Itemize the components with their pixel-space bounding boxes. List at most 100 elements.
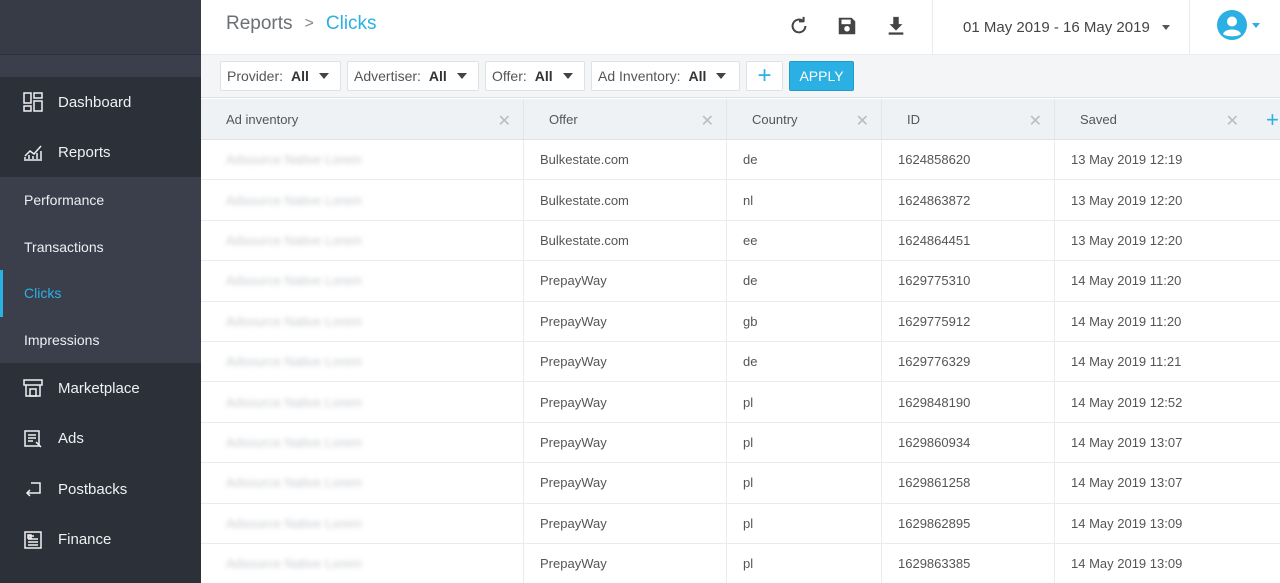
cell-saved: 14 May 2019 11:20: [1071, 273, 1182, 289]
table-row[interactable]: Adsource Native Lorem Bulkestate.com ee …: [201, 220, 1280, 262]
column-header-saved[interactable]: Saved ✕: [1055, 99, 1251, 140]
cell-offer: PrepayWay: [524, 543, 727, 583]
sidebar-item-ads[interactable]: Ads: [0, 414, 201, 465]
cell-id: 1629776329: [882, 341, 1055, 382]
chevron-right-icon: >: [304, 15, 314, 32]
marketplace-icon: [22, 377, 44, 399]
ad-inventory-value: Adsource Native Lorem: [226, 313, 362, 329]
close-icon[interactable]: ✕: [1029, 111, 1042, 131]
sidebar-item-label: Ads: [58, 430, 84, 448]
clicks-table: Ad inventory ✕ Offer ✕ Country ✕ ID ✕ Sa…: [201, 99, 1280, 583]
cell-id: 1629863385: [882, 543, 1055, 583]
table-header: Ad inventory ✕ Offer ✕ Country ✕ ID ✕ Sa…: [201, 99, 1280, 140]
cell-ad-inventory: Adsource Native Lorem: [201, 180, 524, 220]
ad-inventory-value: Adsource Native Lorem: [226, 434, 362, 450]
sidebar-subitem-clicks[interactable]: Clicks: [0, 270, 201, 317]
cell-country: de: [727, 140, 882, 180]
ad-inventory-value: Adsource Native Lorem: [226, 475, 362, 491]
table-row[interactable]: Adsource Native Lorem PrepayWay pl 16298…: [201, 463, 1280, 504]
filter-provider[interactable]: Provider: All: [220, 61, 341, 91]
column-header-ad-inventory[interactable]: Ad inventory ✕: [201, 99, 524, 140]
cell-ad-inventory: Adsource Native Lorem: [201, 301, 524, 341]
table-row[interactable]: Adsource Native Lorem Bulkestate.com de …: [201, 140, 1280, 181]
cell-id: 1629848190: [882, 382, 1055, 422]
column-header-offer[interactable]: Offer ✕: [524, 99, 727, 140]
apply-button[interactable]: APPLY: [789, 61, 854, 91]
sidebar-item-marketplace[interactable]: Marketplace: [0, 363, 201, 414]
close-icon[interactable]: ✕: [701, 111, 714, 131]
breadcrumb-parent[interactable]: Reports: [226, 13, 293, 35]
finance-icon: [22, 529, 44, 551]
date-range-picker[interactable]: 01 May 2019 - 16 May 2019: [932, 0, 1190, 55]
add-column-icon[interactable]: +: [1266, 107, 1279, 133]
user-menu[interactable]: [1216, 9, 1260, 41]
save-button[interactable]: [835, 14, 859, 38]
cell-id: 1624864451: [882, 220, 1055, 261]
filter-bar: Provider: All Advertiser: All Offer: All…: [201, 55, 1280, 98]
cell-offer: PrepayWay: [524, 382, 727, 422]
cell-ad-inventory: Adsource Native Lorem: [201, 422, 524, 463]
filter-ad-inventory[interactable]: Ad Inventory: All: [591, 61, 740, 91]
table-row[interactable]: Adsource Native Lorem PrepayWay pl 16298…: [201, 382, 1280, 423]
filter-value: All: [534, 68, 553, 84]
add-filter-button[interactable]: +: [746, 61, 783, 91]
cell-id: 1624863872: [882, 180, 1055, 220]
top-header: Reports > Clicks 01 May 2019 - 16 May 20…: [201, 0, 1280, 55]
sidebar-item-finance[interactable]: Finance: [0, 515, 201, 566]
table-row[interactable]: Adsource Native Lorem PrepayWay pl 16298…: [201, 503, 1280, 544]
refresh-button[interactable]: [787, 14, 811, 38]
cell-ad-inventory: Adsource Native Lorem: [201, 261, 524, 301]
cell-saved: 13 May 2019 12:19: [1071, 152, 1183, 168]
filter-offer[interactable]: Offer: All: [485, 61, 585, 91]
breadcrumb-current: Clicks: [325, 13, 377, 34]
cell-ad-inventory: Adsource Native Lorem: [201, 503, 524, 543]
sidebar-subitem-transactions[interactable]: Transactions: [0, 224, 201, 271]
cell-offer: PrepayWay: [524, 261, 727, 301]
user-avatar-icon: [1217, 10, 1247, 40]
cell-offer: Bulkestate.com: [524, 180, 727, 220]
ad-inventory-value: Adsource Native Lorem: [226, 192, 362, 208]
reports-icon: [22, 141, 44, 163]
close-icon[interactable]: ✕: [856, 111, 869, 131]
cell-country: de: [727, 341, 882, 382]
table-row[interactable]: Adsource Native Lorem PrepayWay pl 16298…: [201, 422, 1280, 464]
sidebar-item-dashboard[interactable]: Dashboard: [0, 77, 201, 127]
close-icon[interactable]: ✕: [1226, 111, 1239, 131]
table-row[interactable]: Adsource Native Lorem PrepayWay gb 16297…: [201, 301, 1280, 342]
cell-saved: 14 May 2019 13:09: [1071, 515, 1183, 531]
cell-ad-inventory: Adsource Native Lorem: [201, 382, 524, 422]
cell-offer: PrepayWay: [524, 301, 727, 341]
reports-submenu: Performance Transactions Clicks Impressi…: [0, 177, 201, 363]
filter-label: Advertiser:: [354, 68, 421, 84]
sidebar-subitem-impressions[interactable]: Impressions: [0, 317, 201, 364]
download-button[interactable]: [884, 14, 908, 38]
sidebar-item-postbacks[interactable]: Postbacks: [0, 464, 201, 515]
cell-country: de: [727, 261, 882, 301]
sidebar-item-reports[interactable]: Reports: [0, 127, 201, 177]
breadcrumb: Reports > Clicks: [226, 13, 377, 35]
sidebar-item-label: Marketplace: [58, 379, 140, 397]
column-label: Saved: [1080, 112, 1117, 127]
sidebar-logo-area: [0, 0, 201, 55]
table-row[interactable]: Adsource Native Lorem PrepayWay de 16297…: [201, 261, 1280, 302]
cell-ad-inventory: Adsource Native Lorem: [201, 140, 524, 180]
cell-ad-inventory: Adsource Native Lorem: [201, 543, 524, 583]
sidebar-item-label: Postbacks: [58, 480, 128, 498]
chevron-down-icon: [1252, 22, 1260, 28]
table-row[interactable]: Adsource Native Lorem PrepayWay de 16297…: [201, 341, 1280, 383]
cell-offer: Bulkestate.com: [524, 220, 727, 261]
cell-offer: PrepayWay: [524, 422, 727, 463]
cell-offer: PrepayWay: [524, 503, 727, 543]
cell-saved: 14 May 2019 13:09: [1071, 556, 1183, 572]
column-header-id[interactable]: ID ✕: [882, 99, 1055, 140]
close-icon[interactable]: ✕: [498, 111, 511, 131]
column-label: ID: [907, 112, 920, 127]
save-icon: [838, 17, 856, 35]
column-header-country[interactable]: Country ✕: [727, 99, 882, 140]
cell-offer: PrepayWay: [524, 463, 727, 503]
table-row[interactable]: Adsource Native Lorem PrepayWay pl 16298…: [201, 543, 1280, 583]
sidebar-subitem-performance[interactable]: Performance: [0, 177, 201, 224]
table-row[interactable]: Adsource Native Lorem Bulkestate.com nl …: [201, 180, 1280, 221]
cell-country: nl: [727, 180, 882, 220]
filter-advertiser[interactable]: Advertiser: All: [347, 61, 479, 91]
